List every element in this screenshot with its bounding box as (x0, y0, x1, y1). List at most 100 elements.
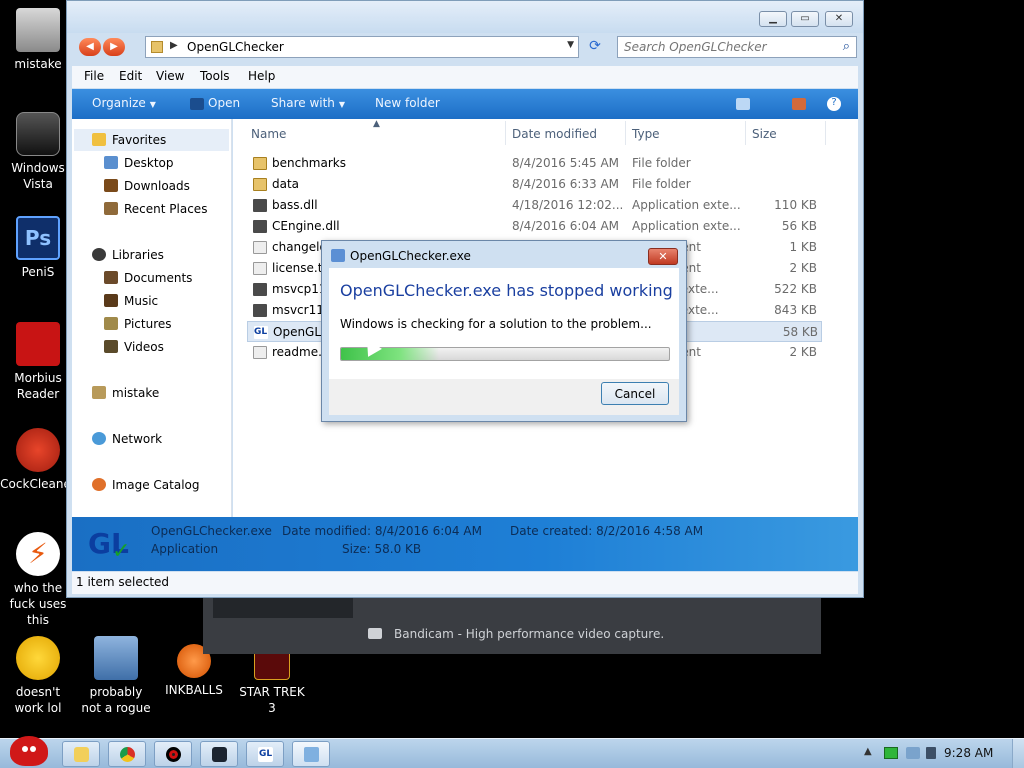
view-options-icon[interactable] (736, 98, 750, 110)
desktop-icon-morbius-reader[interactable]: Morbius Reader (0, 322, 76, 402)
column-header-size[interactable]: Size (752, 127, 777, 141)
caret-down-icon: ▼ (149, 100, 156, 109)
file-row[interactable]: CEngine.dll 8/4/2016 6:04 AM Application… (247, 216, 822, 237)
nav-item-desktop[interactable]: Desktop (104, 156, 174, 170)
file-row[interactable]: bass.dll 4/18/2016 12:02... Application … (247, 195, 822, 216)
clock[interactable]: 9:28 AM (944, 746, 993, 760)
nav-item-documents[interactable]: Documents (104, 271, 192, 285)
column-divider[interactable] (625, 121, 626, 145)
help-icon[interactable]: ? (827, 97, 841, 111)
nav-item-recent-places[interactable]: Recent Places (104, 202, 207, 216)
desktop-icon-probably-not-a-rogue[interactable]: probably not a rogue (78, 636, 154, 716)
column-divider[interactable] (825, 121, 826, 145)
preview-pane-icon[interactable] (792, 98, 806, 110)
taskbar-bandicam-button[interactable] (154, 741, 192, 767)
taskbar-chrome-button[interactable] (108, 741, 146, 767)
file-row[interactable]: data 8/4/2016 6:33 AM File folder (247, 174, 822, 195)
menu-tools[interactable]: Tools (200, 69, 230, 83)
taskbar-app-button[interactable] (200, 741, 238, 767)
opengl-logo-icon: GL ✓ (88, 527, 131, 564)
nav-item-libraries[interactable]: Libraries (92, 248, 164, 262)
organize-button[interactable]: Organize ▼ (92, 96, 156, 110)
bird-eye (22, 746, 28, 752)
desktop-icon-label: STAR TREK 3 (239, 685, 305, 715)
star-icon (92, 133, 106, 146)
file-date: 8/4/2016 5:45 AM (512, 156, 620, 170)
column-header-name[interactable]: Name (251, 127, 286, 141)
cancel-button[interactable]: Cancel (601, 382, 669, 405)
nav-label: Network (112, 432, 163, 446)
column-header-date[interactable]: Date modified (512, 127, 597, 141)
column-divider[interactable] (745, 121, 746, 145)
bandicam-text: Bandicam - High performance video captur… (394, 627, 665, 641)
share-with-button[interactable]: Share with ▼ (271, 96, 345, 110)
desktop-icon-star-trek-3[interactable]: STAR TREK 3 (234, 646, 310, 716)
new-folder-button[interactable]: New folder (375, 96, 440, 110)
file-row[interactable]: benchmarks 8/4/2016 5:45 AM File folder (247, 153, 822, 174)
show-desktop-button[interactable] (1012, 739, 1024, 768)
nav-item-music[interactable]: Music (104, 294, 158, 308)
checkmark-icon: ✓ (112, 539, 131, 564)
chrome-icon (120, 747, 135, 762)
close-button[interactable]: ✕ (825, 11, 853, 27)
maximize-button[interactable]: ▭ (791, 11, 819, 27)
title-bar[interactable]: ▁ ▭ ✕ (67, 1, 863, 33)
open-button[interactable]: Open (208, 96, 240, 110)
back-button[interactable]: ◀ (79, 38, 101, 56)
chevron-down-icon[interactable]: ▼ (567, 40, 574, 50)
volume-icon[interactable] (926, 747, 936, 759)
desktop-icon-windows-vista[interactable]: Windows Vista (0, 112, 76, 192)
desktop-icon-label: mistake (14, 57, 62, 71)
nav-item-downloads[interactable]: Downloads (104, 179, 190, 193)
nav-item-favorites[interactable]: Favorites (92, 133, 166, 147)
desktop-icon-who-uses-this[interactable]: ⚡ who the fuck uses this (0, 532, 76, 628)
dialog-close-button[interactable]: ✕ (648, 248, 678, 265)
network-tray-icon[interactable] (906, 747, 920, 759)
text-file-icon (253, 346, 267, 359)
forward-button[interactable]: ▶ (103, 38, 125, 56)
opengl-app-icon: GL (254, 326, 268, 339)
refresh-icon[interactable]: ⟳ (585, 37, 605, 57)
taskbar-opengl-button[interactable]: GL (246, 741, 284, 767)
nav-item-image-catalog[interactable]: Image Catalog (92, 478, 199, 492)
menu-edit[interactable]: Edit (119, 69, 142, 83)
progress-fill (341, 348, 440, 360)
details-size: Size: 58.0 KB (342, 542, 422, 556)
nav-item-network[interactable]: Network (92, 432, 162, 446)
downloads-icon (104, 179, 118, 192)
address-bar[interactable]: ▶ OpenGLChecker ▼ (145, 36, 579, 58)
nav-label: Pictures (124, 317, 172, 331)
search-box[interactable]: ⌕ (617, 36, 857, 58)
minimize-button[interactable]: ▁ (759, 11, 787, 27)
desktop-icon-mistake[interactable]: mistake (0, 8, 76, 72)
open-icon (190, 98, 204, 110)
file-name: CEngine.dll (272, 219, 340, 233)
column-divider[interactable] (505, 121, 506, 145)
menu-help[interactable]: Help (248, 69, 275, 83)
desktop-icon-cockcleaner[interactable]: CockCleaner (0, 428, 76, 492)
start-button[interactable] (6, 732, 50, 768)
search-icon[interactable]: ⌕ (843, 39, 850, 54)
search-input[interactable] (624, 39, 824, 55)
column-header-type[interactable]: Type (632, 127, 660, 141)
battery-icon[interactable] (884, 747, 898, 759)
nav-item-homegroup[interactable]: mistake (92, 386, 159, 400)
image-catalog-icon (92, 478, 106, 491)
desktop-icon-label: Morbius Reader (14, 371, 62, 401)
caret-down-icon: ▼ (338, 100, 346, 109)
taskbar-explorer-button[interactable] (62, 741, 100, 767)
status-text: 1 item selected (76, 575, 170, 589)
show-hidden-icons-icon[interactable]: ▲ (864, 746, 872, 757)
nav-item-pictures[interactable]: Pictures (104, 317, 172, 331)
desktop-icon-doesnt-work[interactable]: doesn't work lol (0, 636, 76, 716)
menu-view[interactable]: View (156, 69, 184, 83)
taskbar-error-reporting-button[interactable] (292, 741, 330, 767)
desktop-icon-penis[interactable]: Ps PeniS (0, 216, 76, 280)
desktop-icon-label: CockCleaner (0, 477, 76, 491)
folder-icon (253, 157, 267, 170)
chevron-right-icon[interactable]: ▶ (170, 40, 178, 51)
address-path[interactable]: OpenGLChecker (187, 40, 284, 54)
file-name: data (272, 177, 300, 191)
menu-file[interactable]: File (84, 69, 104, 83)
nav-item-videos[interactable]: Videos (104, 340, 164, 354)
